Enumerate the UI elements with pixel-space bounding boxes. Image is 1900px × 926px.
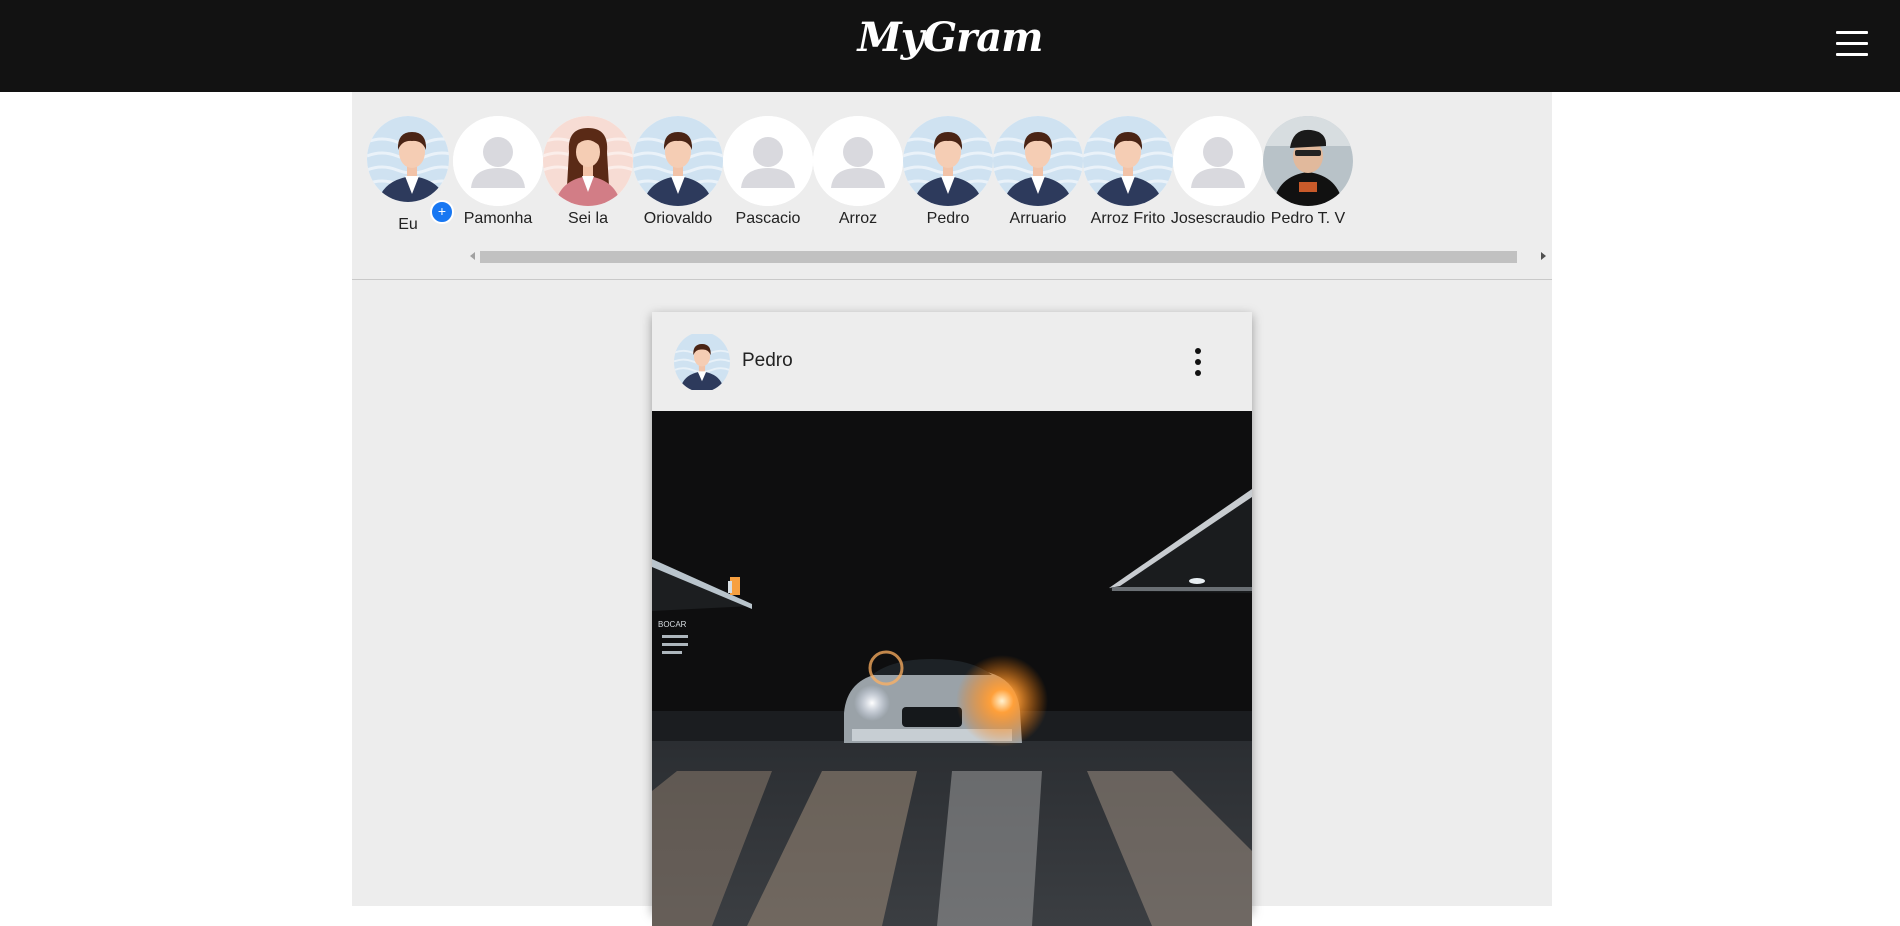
story-avatar[interactable]: [543, 116, 633, 206]
main-content: + Eu Pamonha Sei la Oriovaldo Pascacio Arroz Pe…: [352, 92, 1552, 926]
story-avatar[interactable]: [1263, 116, 1353, 206]
hamburger-menu-icon[interactable]: [1836, 29, 1868, 59]
post-header: Pedro: [652, 312, 1252, 411]
story-avatar[interactable]: [1173, 116, 1263, 206]
vertical-dots-icon[interactable]: [1192, 348, 1204, 378]
story-username: Pamonha: [463, 210, 533, 227]
story-avatar[interactable]: [813, 116, 903, 206]
story-item[interactable]: Pedro: [898, 116, 998, 228]
story-username: Pedro: [926, 210, 970, 227]
story-item[interactable]: Pedro T. V: [1258, 116, 1358, 228]
story-username: Arroz Frito: [1090, 210, 1166, 227]
top-navbar: MyGram: [0, 0, 1900, 92]
story-avatar[interactable]: [903, 116, 993, 206]
app-logo[interactable]: MyGram: [0, 14, 1900, 61]
story-username: Arroz: [838, 210, 878, 227]
story-item[interactable]: Pamonha: [448, 116, 548, 228]
post-card: Pedro BOCAR: [652, 312, 1252, 926]
story-avatar[interactable]: [1083, 116, 1173, 206]
scroll-right-icon[interactable]: [1541, 252, 1546, 260]
story-item[interactable]: Josescraudio: [1168, 116, 1268, 228]
scroll-left-icon[interactable]: [470, 252, 475, 260]
story-avatar[interactable]: [453, 116, 543, 206]
story-username: Oriovaldo: [643, 210, 713, 227]
story-item[interactable]: Pascacio: [718, 116, 818, 228]
story-item[interactable]: Sei la: [538, 116, 638, 228]
story-username: Pedro T. V: [1270, 210, 1346, 227]
story-item[interactable]: Arruario: [988, 116, 1088, 228]
post-author-avatar[interactable]: [674, 332, 730, 392]
story-item[interactable]: Arroz: [808, 116, 908, 228]
scrollbar-thumb[interactable]: [480, 251, 1517, 263]
stories-bar: + Eu Pamonha Sei la Oriovaldo Pascacio Arroz Pe…: [352, 92, 1552, 280]
stories-scrollbar[interactable]: [464, 249, 1552, 263]
story-item[interactable]: + Eu: [358, 116, 458, 234]
post-username[interactable]: Pedro: [742, 350, 793, 372]
story-username: Josescraudio: [1170, 210, 1266, 227]
story-avatar[interactable]: [723, 116, 813, 206]
story-item[interactable]: Oriovaldo: [628, 116, 728, 228]
story-username: Sei la: [567, 210, 609, 227]
svg-text:BOCAR: BOCAR: [658, 620, 687, 629]
post-image[interactable]: BOCAR: [652, 411, 1252, 926]
story-avatar[interactable]: [367, 116, 449, 202]
story-username: Pascacio: [735, 210, 801, 227]
story-username: Arruario: [1009, 210, 1067, 227]
story-avatar[interactable]: [633, 116, 723, 206]
story-item[interactable]: Arroz Frito: [1078, 116, 1178, 228]
story-avatar[interactable]: [993, 116, 1083, 206]
